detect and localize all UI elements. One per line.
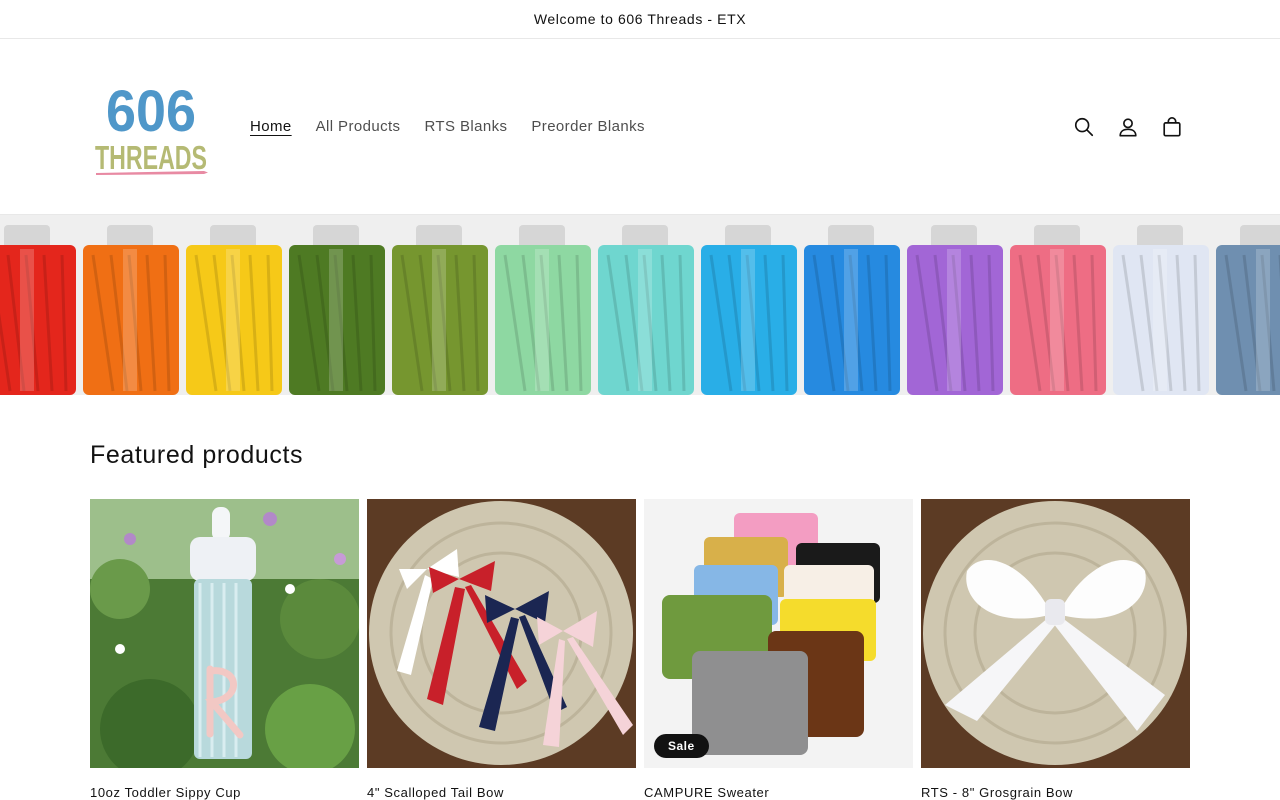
thread-spool [1010,225,1106,395]
search-icon [1074,117,1094,137]
thread-spool [83,225,179,395]
product-title[interactable]: 10oz Toddler Sippy Cup [90,784,359,800]
nav-all-products[interactable]: All Products [304,115,413,139]
nav-rts-blanks[interactable]: RTS Blanks [412,115,519,139]
thread-spool [1216,225,1280,395]
product-title[interactable]: RTS - 8" Grosgrain Bow [921,784,1190,800]
thread-spool [907,225,1003,395]
main-nav: Home All Products RTS Blanks Preorder Bl… [238,115,657,139]
sale-badge: Sale [654,734,709,758]
thread-spools-image [0,225,1280,395]
announcement-bar: Welcome to 606 Threads - ETX [0,0,1280,39]
product-title[interactable]: 4" Scalloped Tail Bow [367,784,636,800]
announcement-text: Welcome to 606 Threads - ETX [533,11,747,27]
nav-preorder-blanks[interactable]: Preorder Blanks [519,115,657,139]
thread-spool [0,225,76,395]
site-header: 606 THREADS Home All Products RTS Blanks… [0,39,1280,215]
thread-spool [186,225,282,395]
thread-spool [701,225,797,395]
search-button[interactable] [1062,105,1106,149]
thread-spool [1113,225,1209,395]
header-icons [1062,105,1194,149]
product-image [90,499,359,768]
product-card[interactable]: Sale CAMPURE Sweater [644,499,913,800]
product-title[interactable]: CAMPURE Sweater [644,784,913,800]
logo-number: 606 [106,79,196,144]
hero-banner [0,215,1280,395]
product-image [921,499,1190,768]
cart-icon [1163,117,1181,137]
thread-spool [495,225,591,395]
nav-home[interactable]: Home [238,115,304,139]
logo[interactable]: 606 THREADS [90,77,212,181]
thread-spool [598,225,694,395]
section-title: Featured products [90,441,304,469]
product-grid: 10oz Toddler Sippy Cup 4" Scalloped Tail… [90,499,1190,800]
featured-products-section: Featured products 10oz Toddler Sippy Cup… [0,395,1280,800]
product-image: Sale [644,499,913,768]
account-icon [1119,118,1137,137]
cart-button[interactable] [1150,105,1194,149]
thread-spool [392,225,488,395]
thread-spool [289,225,385,395]
product-card[interactable]: 10oz Toddler Sippy Cup [90,499,359,800]
product-image [367,499,636,768]
product-card[interactable]: 4" Scalloped Tail Bow [367,499,636,800]
account-button[interactable] [1106,105,1150,149]
logo-word: THREADS [95,139,207,176]
product-card[interactable]: RTS - 8" Grosgrain Bow [921,499,1190,800]
thread-spool [804,225,900,395]
